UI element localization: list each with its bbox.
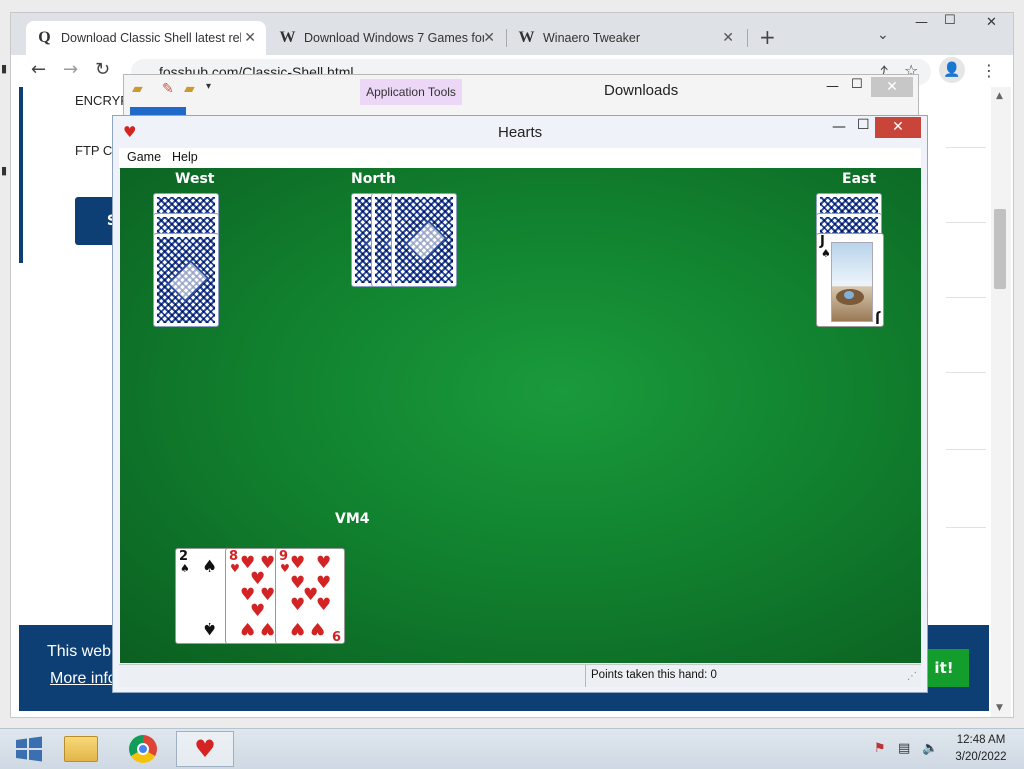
tab-title: Winaero Tweaker [543, 31, 641, 45]
maximize-icon[interactable]: ☐ [857, 117, 870, 133]
properties-icon[interactable]: ✎ [162, 81, 174, 97]
volume-muted-icon[interactable]: 🔈 [922, 741, 938, 756]
tab-title: Download Classic Shell latest rele [61, 31, 241, 45]
minimize-icon[interactable]: — [915, 15, 928, 30]
reload-icon[interactable]: ↻ [95, 59, 110, 80]
tab-divider [747, 29, 748, 47]
tab-classic-shell[interactable]: Q Download Classic Shell latest rele ✕ [26, 21, 266, 55]
jack-picture-icon [831, 242, 873, 322]
minimize-icon[interactable]: — [832, 119, 846, 135]
hearts-app-icon: ♥ [123, 123, 137, 141]
menu-item-encryption[interactable]: ENCRYP [75, 93, 129, 108]
tab-search-chevron-icon[interactable]: ⌄ [877, 27, 889, 43]
more-info-link[interactable]: More info [50, 670, 117, 688]
desktop-edge-icon: ▮ [1, 62, 8, 75]
forward-arrow-icon[interactable]: → [63, 59, 78, 80]
winaero-favicon-icon: W [279, 29, 296, 46]
menu-bar: Game Help [119, 148, 921, 169]
game-table: West North East VM4 J ♠ J 2 ♠ ♠ ♠ 8 ♥ ♥ … [120, 168, 921, 663]
scroll-up-icon[interactable]: ▲ [996, 91, 1003, 101]
explorer-title: Downloads [604, 82, 679, 99]
status-divider [585, 665, 586, 687]
clock-date[interactable]: 3/20/2022 [948, 751, 1014, 763]
hearts-window: ♥ Hearts — ☐ ✕ Game Help West North East… [112, 115, 928, 693]
close-window-icon[interactable]: ✕ [875, 117, 921, 138]
clock-time[interactable]: 12:48 AM [948, 734, 1014, 746]
cookie-text: This web [47, 643, 112, 660]
windows-logo-icon [16, 736, 42, 762]
fosshub-favicon-icon: Q [38, 29, 51, 46]
start-button[interactable] [0, 731, 58, 767]
player-east-label: East [842, 171, 877, 187]
tab-windows7-games[interactable]: W Download Windows 7 Games for ✕ [269, 21, 505, 55]
back-arrow-icon[interactable]: ← [31, 59, 46, 80]
menu-game[interactable]: Game [127, 150, 161, 164]
application-tools-tab[interactable]: Application Tools [360, 79, 462, 105]
north-card-back [391, 193, 457, 287]
hearts-taskbar-icon[interactable]: ♥ [176, 731, 234, 767]
maximize-icon[interactable]: ☐ [944, 13, 956, 28]
quick-access-dropdown-icon[interactable]: ▾ [206, 81, 211, 92]
scroll-thumb[interactable] [994, 209, 1006, 289]
player-west-label: West [175, 171, 215, 187]
player-north-label: North [351, 171, 396, 187]
profile-avatar-icon[interactable]: 👤 [939, 57, 965, 83]
file-explorer-taskbar-icon[interactable] [52, 731, 110, 767]
new-folder-icon[interactable]: ▰ [184, 81, 195, 97]
taskbar: ♥ ⚑ ▤ 🔈 12:48 AM 3/20/2022 [0, 728, 1024, 769]
status-bar: Points taken this hand: 0 ⋰ [119, 664, 921, 687]
close-window-icon[interactable]: ✕ [871, 77, 913, 97]
east-jack-of-spades-card: J ♠ J [816, 233, 884, 327]
resize-grip-icon[interactable]: ⋰ [907, 671, 917, 682]
tab-winaero-tweaker[interactable]: W Winaero Tweaker ✕ [508, 21, 744, 55]
folder-icon: ▰ [132, 81, 143, 97]
close-tab-icon[interactable]: ✕ [483, 29, 495, 46]
minimize-icon[interactable]: — [826, 79, 839, 94]
more-menu-icon[interactable]: ⋮ [981, 61, 997, 80]
points-status: Points taken this hand: 0 [591, 669, 717, 681]
close-tab-icon[interactable]: ✕ [244, 29, 256, 46]
player-south-label: VM4 [335, 511, 370, 527]
tab-title: Download Windows 7 Games for [304, 31, 484, 45]
tab-divider [506, 29, 507, 47]
window-title: Hearts [498, 124, 543, 141]
network-icon[interactable]: ▤ [898, 741, 910, 756]
action-center-flag-icon[interactable]: ⚑ [874, 741, 886, 756]
hand-card-9-hearts[interactable]: 9 ♥ ♥ ♥ ♥ ♥ ♥ ♥ ♥ ♥ ♥ 9 [275, 548, 345, 644]
menu-help[interactable]: Help [172, 150, 198, 164]
new-tab-button[interactable]: + [759, 25, 776, 49]
winaero-favicon-icon: W [518, 29, 535, 46]
scroll-down-icon[interactable]: ▼ [996, 703, 1003, 713]
page-scrollbar[interactable]: ▲ ▼ [991, 87, 1011, 717]
maximize-icon[interactable]: ☐ [851, 77, 863, 92]
close-tab-icon[interactable]: ✕ [722, 29, 734, 46]
desktop-edge-icon: ▮ [1, 164, 8, 177]
close-window-icon[interactable]: ✕ [986, 15, 997, 30]
west-card-back [153, 233, 219, 327]
chrome-taskbar-icon[interactable] [114, 731, 172, 767]
